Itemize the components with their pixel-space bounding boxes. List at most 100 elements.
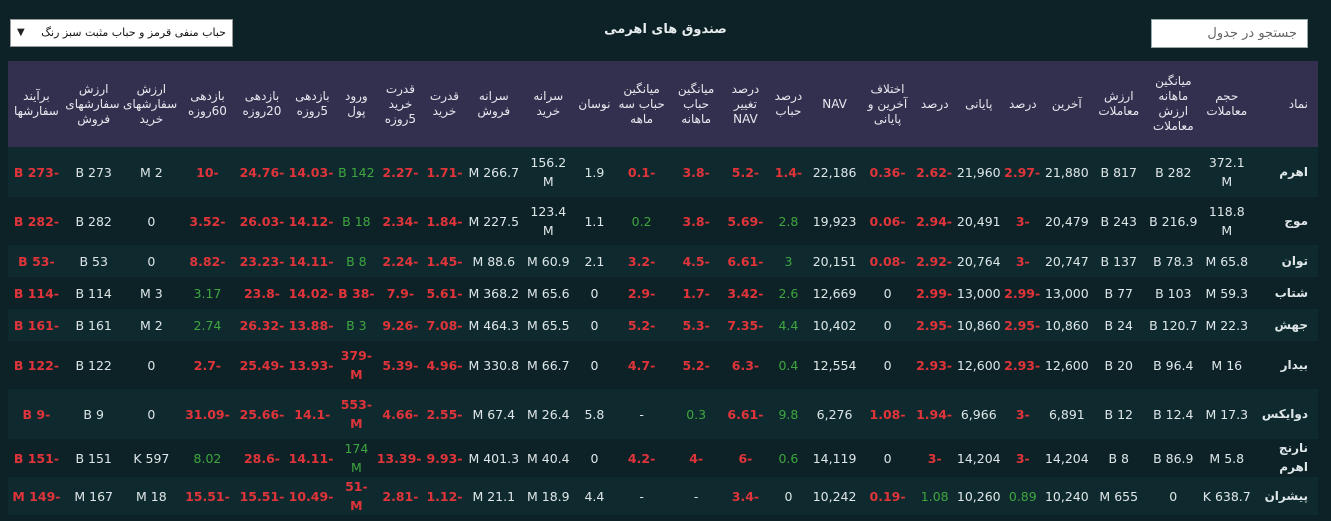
table-cell: 5.8 M (1209, 450, 1245, 466)
column-header[interactable]: بازدهی 5روزه (289, 61, 335, 147)
column-header[interactable]: ارزش معاملات (1091, 61, 1146, 147)
table-cell: -161 B (13, 317, 60, 333)
table-cell: -9 B (22, 406, 51, 422)
column-header[interactable]: قدرت خرید 5روزه (377, 61, 423, 147)
table-cell: 243 B (1100, 213, 1137, 229)
column-header[interactable]: اختلاف آخرین و پایانی (860, 61, 916, 147)
fund-symbol-cell[interactable]: دوایکس (1253, 389, 1318, 439)
fund-symbol-cell[interactable]: نارنج اهرم (1253, 439, 1318, 477)
column-header[interactable]: سرانه فروش (465, 61, 522, 147)
column-header[interactable]: درصد حباب (767, 61, 809, 147)
table-cell: 18.9 M (526, 488, 570, 504)
table-cell: 1.1 (584, 213, 605, 229)
table-cell: 0 (147, 406, 156, 422)
table-cell: 4.4 (778, 317, 799, 333)
table-cell: -38 B (338, 285, 375, 301)
table-cell: -3.2 (627, 253, 656, 269)
table-cell: 0 (1169, 488, 1178, 504)
table-cell: 120.7 B (1149, 317, 1198, 333)
table-row[interactable]: شتاب 59.3 M 103 B 77 B 13,000 -2.99 13,000 -2.9… (8, 277, 1318, 309)
table-row[interactable]: توان 65.8 M 78.3 B 137 B 20,747 -3 20,764 -2.92… (8, 245, 1318, 277)
table-cell: -4.96 (426, 357, 463, 373)
column-header[interactable]: بازدهی 20روزه (235, 61, 290, 147)
table-row[interactable]: موج 118.8 M 216.9 B 243 B 20,479 -3 20,491 -2.9… (8, 197, 1318, 245)
table-cell: 0.6 (778, 450, 799, 466)
table-cell: 60.9 M (526, 253, 570, 269)
column-header[interactable]: درصد (1003, 61, 1042, 147)
column-header[interactable]: قدرت خرید (423, 61, 465, 147)
fund-symbol-cell[interactable]: موج (1253, 197, 1318, 245)
column-header[interactable]: ارزش سفارشهای فروش (65, 61, 123, 147)
table-cell: 96.4 B (1153, 357, 1194, 373)
table-cell: -1.7 (682, 285, 710, 301)
table-row[interactable]: پیشران 638.7 K 0 655 M 10,240 0.89 10,260 1.08-… (8, 477, 1318, 515)
column-header[interactable]: نماد (1253, 61, 1318, 147)
table-cell: 6,276 (816, 406, 853, 422)
table-cell: -1.08 (869, 406, 906, 422)
column-header[interactable]: NAV (809, 61, 859, 147)
table-cell: -13.39 (376, 450, 422, 466)
table-cell: 21,880 (1044, 164, 1089, 180)
table-cell: 10,242 (812, 488, 857, 504)
column-header[interactable]: حجم معاملات (1201, 61, 1253, 147)
fund-symbol-cell[interactable]: شتاب (1253, 277, 1318, 309)
table-cell: 3 (784, 253, 793, 269)
table-cell: -273 B (13, 164, 60, 180)
table-cell: 282 B (75, 213, 112, 229)
column-header[interactable]: برآیند سفارشها (8, 61, 65, 147)
table-row[interactable]: نارنج اهرم 5.8 M 86.9 B 8 B 14,204 -3 14,204 -3… (8, 439, 1318, 477)
table-cell: -6 (738, 450, 753, 466)
table-row[interactable]: اهرم 372.1 M 282 B 817 B 21,880 -2.97 21,960 -2… (8, 147, 1318, 197)
table-row[interactable]: جهش 22.3 M 120.7 B 24 B 10,860 -2.95 10,860 -2.… (8, 309, 1318, 341)
table-row[interactable]: بیدار 16 M 96.4 B 20 B 12,600 -2.93 12,600 -2.9… (8, 341, 1318, 389)
column-header[interactable]: میانگین حباب سه ماهه (614, 61, 669, 147)
table-cell: 266.7 M (468, 164, 520, 180)
fund-symbol-cell[interactable]: جهش (1253, 309, 1318, 341)
table-cell: 12,600 (1044, 357, 1089, 373)
table-cell: -14.02 (288, 285, 334, 301)
column-header[interactable]: ورود پول (335, 61, 377, 147)
fund-symbol-cell[interactable]: بیدار (1253, 341, 1318, 389)
table-cell: 161 B (75, 317, 112, 333)
table-search-input[interactable] (1151, 19, 1308, 48)
table-cell: 65.5 M (526, 317, 570, 333)
table-cell: 156.2 M (530, 155, 567, 189)
table-cell: -14.11 (288, 253, 334, 269)
column-header[interactable]: میانگین حباب ماهانه (669, 61, 724, 147)
column-header[interactable]: درصد تغییر NAV (723, 61, 767, 147)
fund-symbol-cell[interactable]: پیشران (1253, 477, 1318, 515)
column-header[interactable]: پایانی (954, 61, 1003, 147)
column-header[interactable]: سرانه خرید (522, 61, 574, 147)
table-cell: -7.08 (426, 317, 463, 333)
table-cell: 12,600 (956, 357, 1001, 373)
table-cell: - (639, 488, 644, 504)
leveraged-funds-table: نماد حجم معاملات میانگین ماهانه ارزش معامل… (8, 61, 1318, 515)
table-cell: 401.3 M (468, 450, 520, 466)
table-cell: -0.06 (869, 213, 906, 229)
table-cell: -3 (927, 450, 942, 466)
table-cell: 65.8 M (1205, 253, 1249, 269)
fund-symbol-cell[interactable]: اهرم (1253, 147, 1318, 197)
table-cell: -14.12 (288, 213, 334, 229)
table-row[interactable]: دوایکس 17.3 M 12.4 B 12 B 6,891 -3 6,966 -1.94-… (8, 389, 1318, 439)
table-cell: 88.6 M (472, 253, 516, 269)
table-cell: 2.1 (584, 253, 605, 269)
table-cell: 18 B (342, 213, 371, 229)
column-header[interactable]: نوسان (575, 61, 615, 147)
table-cell: -0.1 (627, 164, 656, 180)
column-header[interactable]: بازدهی 60روزه (180, 61, 235, 147)
table-cell: 0 (147, 253, 156, 269)
column-header[interactable]: ارزش سفارشهای خرید (123, 61, 181, 147)
column-header[interactable]: میانگین ماهانه ارزش معاملات (1146, 61, 1201, 147)
table-cell: 40.4 M (526, 450, 570, 466)
table-cell: -2.9 (627, 285, 656, 301)
column-header[interactable]: آخرین (1042, 61, 1091, 147)
fund-symbol-cell[interactable]: توان (1253, 245, 1318, 277)
column-header[interactable]: درصد (915, 61, 954, 147)
page-title: صندوق های اهرمی (604, 22, 727, 37)
table-cell: 22.3 M (1205, 317, 1249, 333)
table-cell: -2.62 (916, 164, 953, 180)
table-cell: -5.3 (682, 317, 710, 333)
table-cell: 26.4 M (526, 406, 570, 422)
table-cell: -2.97 (1004, 164, 1041, 180)
